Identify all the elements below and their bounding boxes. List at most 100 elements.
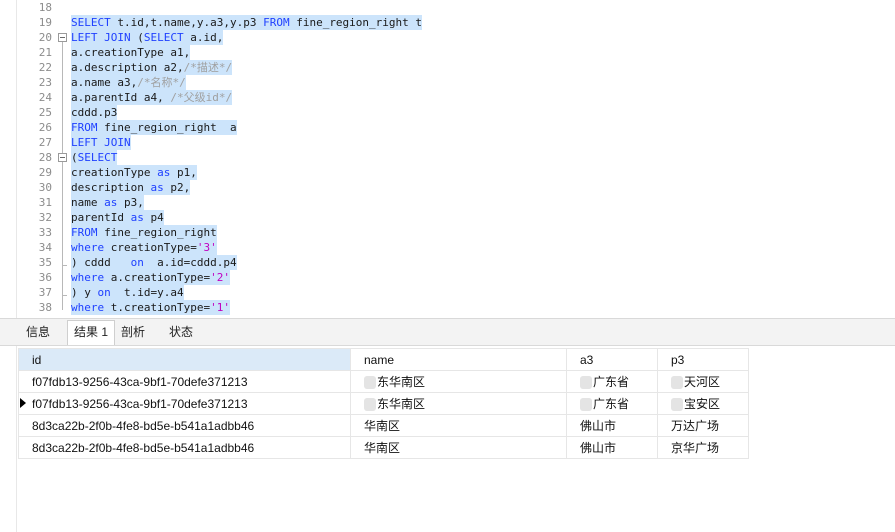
table-cell[interactable]: 佛山市 <box>566 414 658 437</box>
table-cell[interactable]: 8d3ca22b-2f0b-4fe8-bd5e-b541a1adbb46 <box>18 414 351 437</box>
cell-text: f07fdb13-9256-43ca-9bf1-70defe371213 <box>32 374 248 389</box>
cell-text: 佛山市 <box>580 419 617 433</box>
cell-text: 广东省 <box>593 375 630 389</box>
table-cell[interactable]: 华南区 <box>350 414 567 437</box>
code-text: ) y on t.id=y.a4 <box>71 285 184 300</box>
cell-text: 8d3ca22b-2f0b-4fe8-bd5e-b541a1adbb46 <box>32 418 255 433</box>
table-cell[interactable]: 万达广场 <box>657 414 749 437</box>
table-cell[interactable]: 8d3ca22b-2f0b-4fe8-bd5e-b541a1adbb46 <box>18 436 351 459</box>
table-cell[interactable]: 宝安区 <box>657 392 749 415</box>
line-number: 32 <box>38 211 52 224</box>
column-header-name[interactable]: name <box>350 348 567 371</box>
code-text: where t.creationType='1' <box>71 300 230 315</box>
line-number: 21 <box>38 46 52 59</box>
line-number: 18 <box>38 1 52 14</box>
table-cell[interactable]: 东华南区 <box>350 392 567 415</box>
code-text: FROM fine_region_right <box>71 225 217 240</box>
code-text: description as p2, <box>71 180 191 195</box>
line-number: 22 <box>38 61 52 74</box>
redaction-mark <box>580 376 592 390</box>
redaction-mark <box>671 398 683 412</box>
code-text: creationType as p1, <box>71 165 197 180</box>
code-text: LEFT JOIN <box>71 135 131 150</box>
sql-editor[interactable]: 18 19 SELECT t.id,t.name,y.a3,y.p3 FROM fi… <box>0 0 895 316</box>
cell-text: 万达广场 <box>671 419 720 433</box>
table-cell[interactable]: 华南区 <box>350 436 567 459</box>
table-row[interactable]: 8d3ca22b-2f0b-4fe8-bd5e-b541a1adbb46 华南区 佛… <box>18 414 749 437</box>
tab-profile[interactable]: 剖析 <box>115 321 151 343</box>
code-text: FROM fine_region_right a <box>71 120 237 135</box>
fold-end-inner <box>62 265 67 266</box>
tab-status[interactable]: 状态 <box>163 321 199 343</box>
line-number: 19 <box>38 16 52 29</box>
line-number: 20 <box>38 31 52 44</box>
result-grid: id name a3 p3 f07fdb13-9256-43ca-9bf1-70… <box>18 348 749 459</box>
left-border <box>16 0 17 532</box>
fold-guide-inner <box>62 160 63 265</box>
redaction-mark <box>580 398 592 412</box>
table-row[interactable]: f07fdb13-9256-43ca-9bf1-70defe371213 东华南区… <box>18 392 749 415</box>
table-cell[interactable]: 京华广场 <box>657 436 749 459</box>
cell-text: 天河区 <box>684 375 721 389</box>
table-cell[interactable]: 天河区 <box>657 370 749 393</box>
cell-text: 广东省 <box>593 397 630 411</box>
line-number: 35 <box>38 256 52 269</box>
line-number: 38 <box>38 301 52 314</box>
code-text: cddd.p3 <box>71 105 118 120</box>
table-cell[interactable]: 广东省 <box>566 392 658 415</box>
code-text: where a.creationType='2' <box>71 270 230 285</box>
line-number: 25 <box>38 106 52 119</box>
redaction-mark <box>671 376 683 390</box>
column-header-id[interactable]: id <box>18 348 351 371</box>
line-number: 34 <box>38 241 52 254</box>
tab-result-1[interactable]: 结果 1 <box>67 320 116 345</box>
cell-text: f07fdb13-9256-43ca-9bf1-70defe371213 <box>32 396 248 411</box>
code-text: a.parentId a4, /*父级id*/ <box>71 90 233 105</box>
code-text: LEFT JOIN (SELECT a.id, <box>71 30 224 45</box>
result-table: id name a3 p3 f07fdb13-9256-43ca-9bf1-70… <box>18 348 749 459</box>
column-header-p3[interactable]: p3 <box>657 348 749 371</box>
table-cell[interactable]: 广东省 <box>566 370 658 393</box>
code-text: a.creationType a1, <box>71 45 191 60</box>
line-number: 24 <box>38 91 52 104</box>
code-text: where creationType='3' <box>71 240 217 255</box>
header-row: id name a3 p3 <box>18 348 749 371</box>
table-row[interactable]: f07fdb13-9256-43ca-9bf1-70defe371213 东华南区… <box>18 370 749 393</box>
result-tab-bar: 信息 结果 1 剖析 状态 <box>0 318 895 346</box>
cell-text: 东华南区 <box>377 375 426 389</box>
line-number: 28 <box>38 151 52 164</box>
line-number: 26 <box>38 121 52 134</box>
cell-text: 宝安区 <box>684 397 721 411</box>
code-text: name as p3, <box>71 195 144 210</box>
cell-text: 华南区 <box>364 441 401 455</box>
fold-end-outer <box>62 295 67 296</box>
cell-text: 东华南区 <box>377 397 426 411</box>
line-number: 29 <box>38 166 52 179</box>
table-cell[interactable]: 东华南区 <box>350 370 567 393</box>
line-number: 33 <box>38 226 52 239</box>
code-text: a.name a3,/*名称*/ <box>71 75 186 90</box>
table-row[interactable]: 8d3ca22b-2f0b-4fe8-bd5e-b541a1adbb46 华南区 佛… <box>18 436 749 459</box>
redaction-mark <box>364 376 376 390</box>
line-number: 23 <box>38 76 52 89</box>
cell-text: 佛山市 <box>580 441 617 455</box>
cell-text: 8d3ca22b-2f0b-4fe8-bd5e-b541a1adbb46 <box>32 440 255 455</box>
line-number: 31 <box>38 196 52 209</box>
redaction-mark <box>364 398 376 412</box>
line-number: 37 <box>38 286 52 299</box>
line-number: 30 <box>38 181 52 194</box>
table-cell[interactable]: f07fdb13-9256-43ca-9bf1-70defe371213 <box>18 392 351 415</box>
table-cell[interactable]: 佛山市 <box>566 436 658 459</box>
fold-toggle-icon[interactable] <box>58 153 67 162</box>
table-cell[interactable]: f07fdb13-9256-43ca-9bf1-70defe371213 <box>18 370 351 393</box>
code-text: SELECT t.id,t.name,y.a3,y.p3 FROM fine_r… <box>71 15 423 30</box>
tab-info[interactable]: 信息 <box>20 321 56 343</box>
fold-toggle-icon[interactable] <box>58 33 67 42</box>
cell-text: 华南区 <box>364 419 401 433</box>
column-header-a3[interactable]: a3 <box>566 348 658 371</box>
line-number: 27 <box>38 136 52 149</box>
line-number: 36 <box>38 271 52 284</box>
code-text: a.description a2,/*描述*/ <box>71 60 233 75</box>
cell-text: 京华广场 <box>671 441 720 455</box>
code-text: ) cddd on a.id=cddd.p4 <box>71 255 237 270</box>
